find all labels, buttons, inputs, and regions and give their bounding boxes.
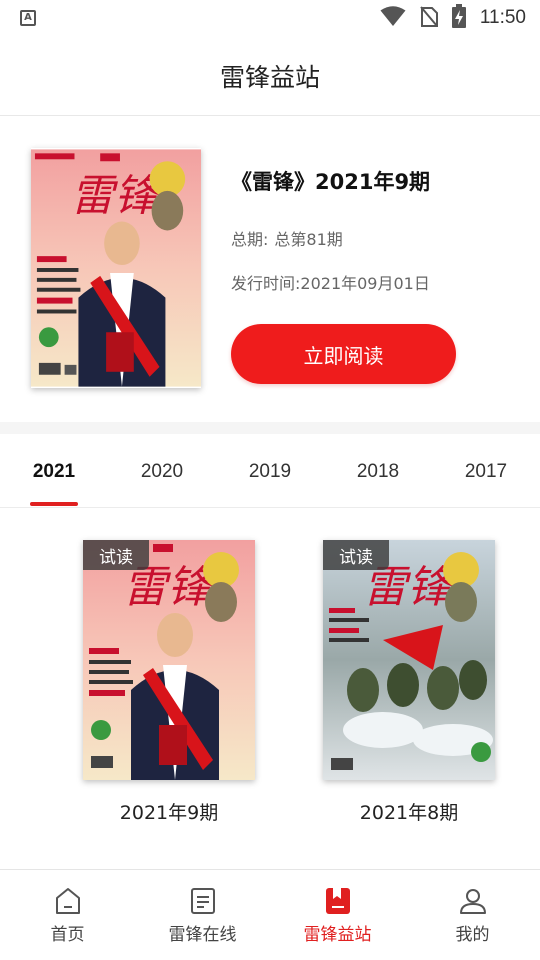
featured-issue: 雷锋 《雷锋》2021年9期 总期: 总第81期 发行时间: 2021年09月0… bbox=[0, 116, 540, 434]
nav-label: 首页 bbox=[50, 924, 85, 945]
bookmark-icon bbox=[323, 886, 353, 916]
tab-year-label: 2018 bbox=[356, 461, 400, 482]
tab-year-2018[interactable]: 2018 bbox=[330, 436, 426, 508]
nav-profile[interactable]: 我的 bbox=[405, 870, 540, 960]
publish-date-line: 发行时间: 2021年09月01日 bbox=[231, 270, 521, 294]
nav-label: 雷锋在线 bbox=[168, 924, 237, 945]
tab-year-2017[interactable]: 2017 bbox=[438, 436, 534, 508]
trial-badge: 试读 bbox=[83, 540, 149, 570]
magazine-label: 2021年8期 bbox=[359, 802, 459, 824]
magazine-cover: 雷锋 试读 bbox=[323, 540, 495, 780]
tab-year-label: 2020 bbox=[140, 461, 184, 482]
active-tab-indicator bbox=[30, 502, 78, 506]
publish-date-label: 发行时间: bbox=[231, 274, 301, 293]
issue-title: 《雷锋》2021年9期 bbox=[231, 170, 431, 194]
document-icon bbox=[188, 886, 218, 916]
svg-text:雷锋: 雷锋 bbox=[71, 172, 162, 222]
tab-year-label: 2017 bbox=[464, 461, 508, 482]
wifi-icon bbox=[380, 5, 406, 31]
nav-label: 雷锋益站 bbox=[303, 924, 372, 945]
magazine-label: 2021年9期 bbox=[119, 802, 219, 824]
featured-info: 《雷锋》2021年9期 总期: 总第81期 发行时间: 2021年09月01日 … bbox=[231, 166, 521, 384]
tab-year-label: 2021 bbox=[32, 461, 76, 482]
magazine-card[interactable]: 雷锋 试读 2021年8期 bbox=[323, 540, 495, 825]
nav-home[interactable]: 首页 bbox=[0, 870, 135, 960]
trial-badge: 试读 bbox=[323, 540, 389, 570]
total-issue-label: 总期: bbox=[231, 230, 269, 249]
featured-magazine-cover[interactable]: 雷锋 bbox=[31, 148, 201, 388]
no-sim-icon bbox=[420, 5, 438, 31]
publish-date-value: 2021年09月01日 bbox=[300, 274, 430, 293]
accessibility-notification-icon: A bbox=[20, 10, 36, 26]
home-icon bbox=[53, 886, 83, 916]
read-now-button[interactable]: 立即阅读 bbox=[231, 324, 456, 384]
tab-year-2021[interactable]: 2021 bbox=[6, 436, 102, 508]
status-bar: A 11:50 bbox=[0, 0, 540, 36]
status-time: 11:50 bbox=[479, 7, 526, 28]
tab-year-2019[interactable]: 2019 bbox=[222, 436, 318, 508]
app-header: 雷锋益站 bbox=[0, 36, 540, 116]
battery-charging-icon bbox=[451, 4, 466, 32]
page-title: 雷锋益站 bbox=[219, 62, 320, 92]
nav-label: 我的 bbox=[455, 924, 490, 945]
total-issue-line: 总期: 总第81期 bbox=[231, 226, 521, 250]
tab-year-2020[interactable]: 2020 bbox=[114, 436, 210, 508]
magazine-card[interactable]: 雷锋 试读 2021年9期 bbox=[83, 540, 255, 825]
magazine-cover: 雷锋 试读 bbox=[83, 540, 255, 780]
user-icon bbox=[458, 886, 488, 916]
total-issue-value: 总第81期 bbox=[274, 230, 343, 249]
tab-year-label: 2019 bbox=[248, 461, 292, 482]
nav-online[interactable]: 雷锋在线 bbox=[135, 870, 270, 960]
nav-station[interactable]: 雷锋益站 bbox=[270, 870, 405, 960]
year-tabs: 2021 2020 2019 2018 2017 bbox=[0, 436, 540, 508]
bottom-nav: 首页 雷锋在线 雷锋益站 我的 bbox=[0, 869, 540, 960]
